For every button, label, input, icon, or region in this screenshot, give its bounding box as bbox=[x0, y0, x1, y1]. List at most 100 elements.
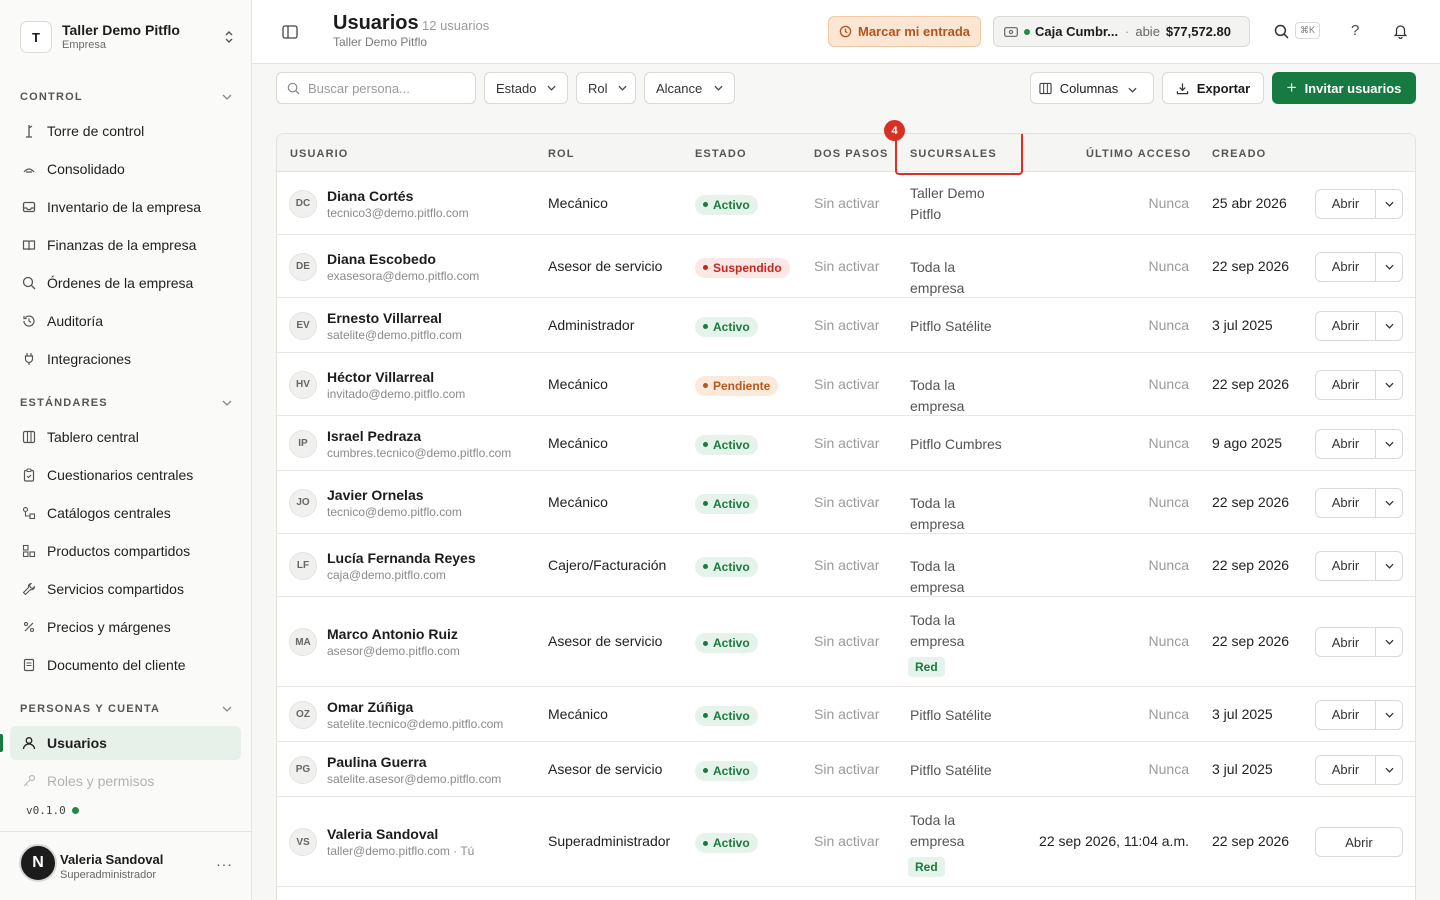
created-date: 9 ago 2025 bbox=[1212, 434, 1283, 451]
sidebar-item-roles[interactable]: Roles y permisos bbox=[10, 764, 241, 798]
org-switcher[interactable]: T Taller Demo Pitflo Empresa bbox=[20, 20, 236, 54]
user-role: Asesor de servicio bbox=[548, 760, 663, 777]
table-row[interactable]: IP Israel Pedraza cumbres.tecnico@demo.p… bbox=[277, 416, 1415, 471]
sidebar-item-cuestionarios[interactable]: Cuestionarios centrales bbox=[10, 458, 241, 492]
sidebar-toggle-icon[interactable] bbox=[282, 24, 298, 40]
user-name[interactable]: Valeria Sandoval bbox=[327, 826, 438, 842]
row-actions-dropdown[interactable] bbox=[1375, 488, 1402, 517]
avatar: DE bbox=[289, 252, 317, 281]
sidebar-item-torre[interactable]: Torre de control bbox=[10, 114, 241, 148]
search-field[interactable] bbox=[308, 80, 468, 96]
sidebar-item-productos[interactable]: Productos compartidos bbox=[10, 534, 241, 568]
open-button[interactable]: Abrir bbox=[1316, 430, 1375, 458]
open-button[interactable]: Abrir bbox=[1316, 190, 1375, 218]
sidebar-item-usuarios[interactable]: Usuarios bbox=[10, 726, 241, 760]
chevron-down-icon bbox=[1384, 323, 1394, 329]
user-name[interactable]: Israel Pedraza bbox=[327, 428, 421, 444]
row-actions-dropdown[interactable] bbox=[1375, 311, 1402, 340]
sidebar-item-finanzas[interactable]: Finanzas de la empresa bbox=[10, 228, 241, 262]
export-button[interactable]: Exportar bbox=[1162, 72, 1264, 104]
last-access: Nunca bbox=[1148, 194, 1189, 211]
sidebar-item-consolidado[interactable]: Consolidado bbox=[10, 152, 241, 186]
user-name[interactable]: Ernesto Villarreal bbox=[327, 310, 442, 326]
user-name[interactable]: Paulina Guerra bbox=[327, 754, 427, 770]
sidebar-item-catalogos[interactable]: Catálogos centrales bbox=[10, 496, 241, 530]
user-name[interactable]: Diana Escobedo bbox=[327, 251, 436, 267]
section-control-header[interactable]: CONTROL bbox=[20, 90, 232, 104]
table-row[interactable]: DE Diana Escobedo exasesora@demo.pitflo.… bbox=[277, 235, 1415, 298]
filter-estado[interactable]: Estado bbox=[484, 72, 568, 104]
row-actions-dropdown[interactable] bbox=[1375, 700, 1402, 729]
more-icon[interactable]: ··· bbox=[216, 856, 233, 872]
row-actions-dropdown[interactable] bbox=[1375, 370, 1402, 399]
user-name[interactable]: Marco Antonio Ruiz bbox=[327, 626, 458, 642]
col-dos-pasos[interactable]: DOS PASOS bbox=[814, 148, 889, 160]
table-row[interactable]: DC Diana Cortés tecnico3@demo.pitflo.com… bbox=[277, 172, 1415, 235]
search-input[interactable] bbox=[276, 72, 476, 104]
sidebar-item-inventario[interactable]: Inventario de la empresa bbox=[10, 190, 241, 224]
filter-alcance[interactable]: Alcance bbox=[644, 72, 735, 104]
cash-register-button[interactable]: Caja Cumbr... · abie $77,572.80 bbox=[993, 16, 1250, 47]
table-row[interactable]: HV Héctor Villarreal invitado@demo.pitfl… bbox=[277, 353, 1415, 416]
row-actions-dropdown[interactable] bbox=[1375, 551, 1402, 580]
row-actions-dropdown[interactable] bbox=[1375, 755, 1402, 784]
sidebar-item-precios[interactable]: Precios y márgenes bbox=[10, 610, 241, 644]
col-ultimo-acceso[interactable]: ÚLTIMO ACCESO bbox=[1086, 148, 1191, 160]
open-button[interactable]: Abrir bbox=[1316, 628, 1375, 656]
col-usuario[interactable]: USUARIO bbox=[290, 148, 348, 160]
user-name[interactable]: Héctor Villarreal bbox=[327, 369, 434, 385]
status-badge: Suspendido bbox=[695, 257, 790, 278]
invite-users-button[interactable]: + Invitar usuarios bbox=[1272, 72, 1416, 104]
open-button[interactable]: Abrir bbox=[1316, 701, 1375, 729]
user-name[interactable]: Diana Cortés bbox=[327, 188, 413, 204]
sidebar-item-label: Precios y márgenes bbox=[47, 619, 171, 635]
sidebar-item-tablero[interactable]: Tablero central bbox=[10, 420, 241, 454]
sidebar-item-integraciones[interactable]: Integraciones bbox=[10, 342, 241, 376]
clock-in-button[interactable]: Marcar mi entrada bbox=[828, 16, 981, 47]
row-actions-dropdown[interactable] bbox=[1375, 628, 1402, 656]
columns-button[interactable]: Columnas bbox=[1030, 72, 1154, 104]
status-dot bbox=[703, 564, 708, 569]
filter-rol[interactable]: Rol bbox=[576, 72, 636, 104]
highlight-box bbox=[895, 134, 1023, 175]
search-icon[interactable] bbox=[1274, 24, 1289, 42]
open-button-group: Abrir bbox=[1315, 754, 1403, 785]
table-row[interactable]: PG Paulina Guerra satelite.asesor@demo.p… bbox=[277, 742, 1415, 797]
open-button[interactable]: Abrir bbox=[1316, 552, 1375, 580]
col-rol[interactable]: ROL bbox=[548, 148, 575, 160]
section-personas-header[interactable]: PERSONAS Y CUENTA bbox=[20, 702, 232, 716]
open-button[interactable]: Abrir bbox=[1316, 253, 1375, 281]
open-button[interactable]: Abrir bbox=[1316, 489, 1375, 517]
col-creado[interactable]: CREADO bbox=[1212, 148, 1266, 160]
open-button[interactable]: Abrir bbox=[1316, 828, 1402, 856]
table-row[interactable]: JO Javier Ornelas tecnico@demo.pitflo.co… bbox=[277, 471, 1415, 534]
help-icon[interactable]: ? bbox=[1351, 22, 1359, 39]
sidebar-item-ordenes[interactable]: Órdenes de la empresa bbox=[10, 266, 241, 300]
section-estandares-header[interactable]: ESTÁNDARES bbox=[20, 396, 232, 410]
sidebar-item-auditoria[interactable]: Auditoría bbox=[10, 304, 241, 338]
table-row[interactable]: EV Ernesto Villarreal satelite@demo.pitf… bbox=[277, 298, 1415, 353]
user-name[interactable]: Omar Zúñiga bbox=[327, 699, 413, 715]
table-row[interactable]: OZ Omar Zúñiga satelite.tecnico@demo.pit… bbox=[277, 687, 1415, 742]
row-actions-dropdown[interactable] bbox=[1375, 189, 1402, 218]
open-button[interactable]: Abrir bbox=[1316, 371, 1375, 399]
sidebar-item-servicios[interactable]: Servicios compartidos bbox=[10, 572, 241, 606]
open-button[interactable]: Abrir bbox=[1316, 312, 1375, 340]
sidebar-item-documento[interactable]: Documento del cliente bbox=[10, 648, 241, 682]
table-row[interactable]: MA Marco Antonio Ruiz asesor@demo.pitflo… bbox=[277, 597, 1415, 687]
current-user[interactable]: N Valeria Sandoval Superadministrador ··… bbox=[0, 831, 251, 900]
user-name[interactable]: Javier Ornelas bbox=[327, 487, 424, 503]
row-actions-dropdown[interactable] bbox=[1375, 252, 1402, 281]
row-actions-dropdown[interactable] bbox=[1375, 429, 1402, 458]
created-date: 22 sep 2026 bbox=[1212, 375, 1290, 392]
user-icon bbox=[21, 735, 37, 751]
two-factor-status: Sin activar bbox=[814, 257, 880, 274]
chevron-down-icon bbox=[1384, 201, 1394, 207]
bell-icon[interactable] bbox=[1393, 23, 1408, 42]
status-dot bbox=[1024, 28, 1030, 35]
user-name[interactable]: Lucía Fernanda Reyes bbox=[327, 550, 476, 566]
table-row[interactable]: VS Valeria Sandoval taller@demo.pitflo.c… bbox=[277, 797, 1415, 887]
open-button[interactable]: Abrir bbox=[1316, 756, 1375, 784]
table-row[interactable]: LF Lucía Fernanda Reyes caja@demo.pitflo… bbox=[277, 534, 1415, 597]
col-estado[interactable]: ESTADO bbox=[695, 148, 747, 160]
